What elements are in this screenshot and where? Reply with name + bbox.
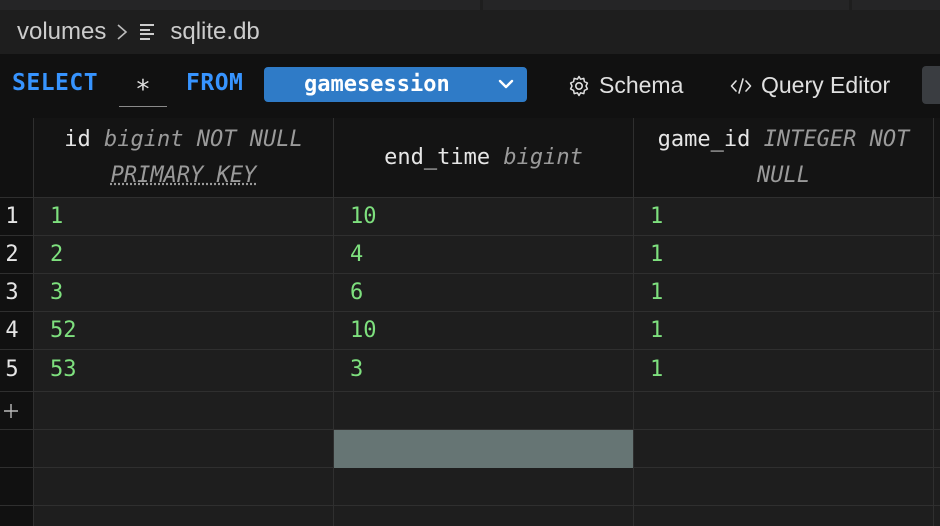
table-cell[interactable]: 52 xyxy=(50,312,77,350)
row-divider xyxy=(0,505,940,506)
table-cell[interactable]: 4 xyxy=(350,236,363,274)
columns-input[interactable]: * xyxy=(119,68,167,107)
file-lines-icon xyxy=(140,23,158,41)
overflow-button[interactable] xyxy=(922,66,940,104)
tab-background xyxy=(483,0,849,10)
column-type: bigint xyxy=(503,144,583,170)
column-type: INTEGER NOT xyxy=(763,126,910,152)
breadcrumb-file[interactable]: sqlite.db xyxy=(170,18,259,46)
table-cell[interactable]: 10 xyxy=(350,312,377,350)
row-number[interactable]: 2 xyxy=(0,236,24,274)
column-name: end_time xyxy=(384,144,491,170)
chevron-down-icon xyxy=(498,79,514,89)
table-cell[interactable]: 3 xyxy=(350,351,363,389)
row-divider xyxy=(0,197,940,198)
row-number[interactable]: 3 xyxy=(0,274,24,312)
from-keyword: FROM xyxy=(186,70,244,96)
column-name: game_id xyxy=(657,126,751,152)
plus-icon xyxy=(4,404,18,418)
breadcrumb: volumes sqlite.db xyxy=(0,10,940,54)
column-header-end-time[interactable]: end_time bigint xyxy=(334,118,633,197)
column-header-game-id[interactable]: game_id INTEGER NOT NULL xyxy=(634,118,933,197)
schema-label: Schema xyxy=(599,72,684,98)
column-constraint: PRIMARY KEY xyxy=(110,162,257,188)
tab-background xyxy=(852,0,940,10)
column-header-id[interactable]: id bigint NOT NULL PRIMARY KEY xyxy=(34,118,333,197)
table-cell[interactable]: 1 xyxy=(650,236,663,274)
table-cell[interactable]: 1 xyxy=(650,198,663,236)
table-cell[interactable]: 10 xyxy=(350,198,377,236)
query-editor-label: Query Editor xyxy=(761,72,891,98)
table-cell[interactable]: 3 xyxy=(50,274,63,312)
select-keyword: SELECT xyxy=(12,70,99,96)
table-cell[interactable]: 2 xyxy=(50,236,63,274)
table-cell[interactable]: 6 xyxy=(350,274,363,312)
query-toolbar: SELECT * FROM gamesession Schema Query E… xyxy=(0,54,940,118)
query-editor-button[interactable]: Query Editor xyxy=(729,72,890,99)
breadcrumb-folder[interactable]: volumes xyxy=(17,18,106,46)
table-select-value: gamesession xyxy=(304,72,450,97)
row-number[interactable]: 5 xyxy=(0,351,24,389)
table-cell[interactable]: 1 xyxy=(650,312,663,350)
column-type: NULL xyxy=(757,162,810,188)
schema-button[interactable]: Schema xyxy=(567,72,683,99)
table-cell[interactable]: 53 xyxy=(50,351,77,389)
code-icon xyxy=(730,77,752,94)
chevron-right-icon xyxy=(116,23,128,41)
data-grid: id bigint NOT NULL PRIMARY KEY end_time … xyxy=(0,118,940,526)
column-divider xyxy=(933,118,934,526)
tab-background xyxy=(0,0,480,10)
row-divider xyxy=(0,311,940,312)
row-number[interactable]: 1 xyxy=(0,198,24,236)
column-name: id xyxy=(64,126,91,152)
row-divider xyxy=(0,391,940,392)
row-divider xyxy=(0,349,940,350)
table-cell[interactable]: 1 xyxy=(650,351,663,389)
tab-strip xyxy=(0,0,940,10)
row-divider xyxy=(0,235,940,236)
table-cell[interactable]: 1 xyxy=(50,198,63,236)
row-divider xyxy=(0,273,940,274)
add-row-button[interactable] xyxy=(0,392,22,430)
table-cell[interactable]: 1 xyxy=(650,274,663,312)
gear-icon xyxy=(569,75,589,96)
row-number[interactable]: 4 xyxy=(0,312,24,350)
table-select[interactable]: gamesession xyxy=(264,67,527,102)
selected-cell[interactable] xyxy=(334,430,633,468)
column-type: bigint NOT NULL xyxy=(104,126,303,152)
